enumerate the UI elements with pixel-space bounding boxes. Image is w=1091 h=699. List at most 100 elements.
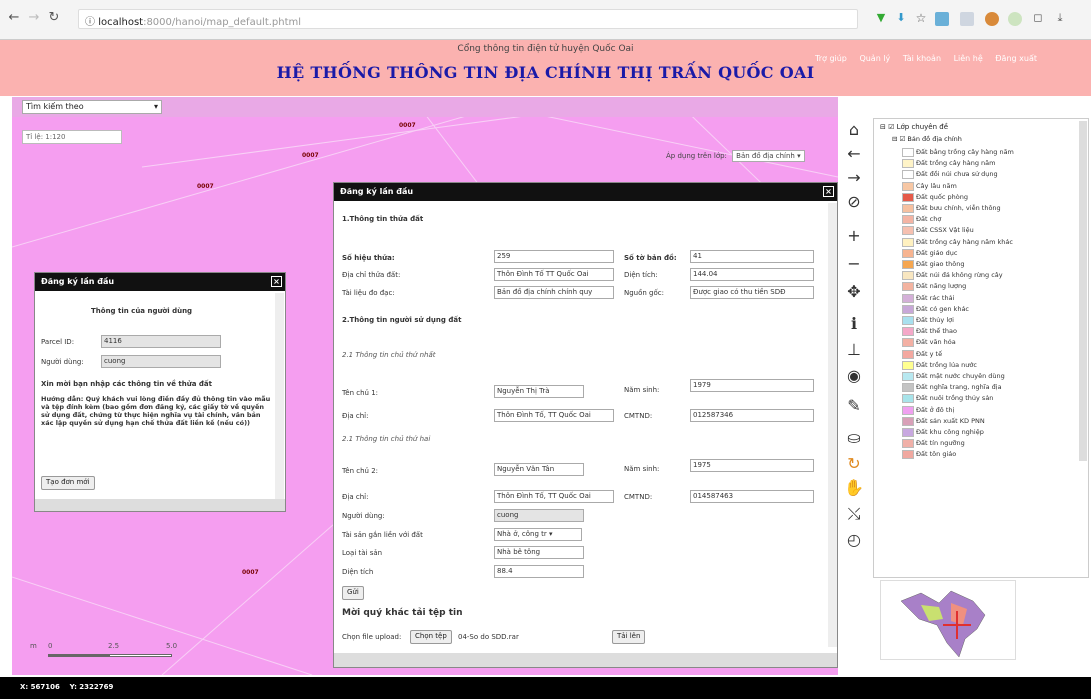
bookmark-star-icon[interactable]: ☆	[913, 10, 929, 26]
origin-field[interactable]: Được giao có thu tiền SDĐ	[690, 286, 814, 299]
layer-item[interactable]: Đất mặt nước chuyên dùng	[902, 371, 1005, 383]
reload-icon[interactable]: ↻	[46, 10, 62, 26]
layer-item[interactable]: Đất nuôi trồng thủy sản	[902, 393, 993, 405]
layer-item[interactable]: Đất đồi núi chưa sử dụng	[902, 169, 998, 181]
layer-item[interactable]: Đất tín ngưỡng	[902, 438, 965, 450]
layer-item[interactable]: Đất núi đá không rừng cây	[902, 270, 1003, 282]
close-icon[interactable]: ×	[823, 186, 834, 197]
layer-swatch	[902, 428, 914, 437]
address-field[interactable]: Thôn Đình Tố TT Quốc Oai	[494, 268, 614, 281]
document-field[interactable]: Bản đồ địa chính chính quy	[494, 286, 614, 299]
owner2-id-field[interactable]: 014587463	[690, 490, 814, 503]
layer-item[interactable]: Đất thủy lợi	[902, 315, 954, 327]
arrow-left-icon[interactable]: ←	[844, 144, 864, 164]
measure-icon[interactable]: ⊥	[844, 340, 864, 360]
manage-link[interactable]: Quản lý	[859, 54, 890, 63]
select-icon[interactable]: ⤯	[844, 504, 864, 524]
zoom-in-icon[interactable]: +	[844, 226, 864, 246]
forward-icon[interactable]: →	[26, 10, 42, 26]
new-form-button[interactable]: Tạo đơn mới	[41, 476, 95, 490]
layer-item[interactable]: Đất quốc phòng	[902, 192, 968, 204]
dialog-scrollbar[interactable]	[828, 203, 837, 647]
info-tool-icon[interactable]: i	[844, 314, 864, 334]
clock-icon[interactable]: ◴	[844, 530, 864, 550]
owner2-name-field[interactable]: Nguyễn Văn Tân	[494, 463, 584, 476]
layer-item[interactable]: Đất có gen khác	[902, 304, 969, 316]
owner1-name-field[interactable]: Nguyễn Thị Trà	[494, 385, 584, 398]
downloads-icon[interactable]: ⤓	[1052, 10, 1068, 26]
layer-group[interactable]: ⊟ ☑ Bản đồ địa chính	[892, 135, 962, 143]
layer-item[interactable]: Đất trồng lúa nước	[902, 360, 977, 372]
layer-item[interactable]: Đất trồng cây hàng năm khác	[902, 237, 1013, 249]
dialog-scrollbar[interactable]	[275, 293, 284, 499]
apply-layer-select[interactable]: Bản đồ địa chính ▾	[732, 150, 805, 162]
layer-item[interactable]: Đất năng lượng	[902, 281, 966, 293]
edit-pencil-icon[interactable]: ✎	[844, 396, 864, 416]
zoom-out-icon[interactable]: −	[844, 254, 864, 274]
layer-item[interactable]: Đất y tế	[902, 349, 942, 361]
layer-item[interactable]: Đất chợ	[902, 214, 941, 226]
address-bar[interactable]: ⓘ localhost:8000/hanoi/map_default.phtml	[78, 9, 858, 29]
refresh-icon[interactable]: ↻	[844, 454, 864, 474]
extension-icon[interactable]	[960, 12, 974, 26]
area-field[interactable]: 144.04	[690, 268, 814, 281]
cookie-icon[interactable]	[985, 12, 999, 26]
home-icon[interactable]: ⌂	[844, 120, 864, 140]
info-icon[interactable]: ⓘ	[85, 17, 95, 28]
extension-badge-icon[interactable]	[935, 12, 949, 26]
layer-item[interactable]: Đất sản xuất KD PNN	[902, 416, 985, 428]
arrow-right-icon[interactable]: →	[844, 168, 864, 188]
layer-item[interactable]: Đất giáo dục	[902, 248, 957, 260]
identify-icon[interactable]: ◉	[844, 366, 864, 386]
layer-item[interactable]: Đất văn hóa	[902, 337, 956, 349]
extension-icon[interactable]: ▼	[873, 10, 889, 26]
choose-file-button[interactable]: Chọn tệp	[410, 630, 452, 644]
layer-item[interactable]: Đất nghĩa trang, nghĩa địa	[902, 382, 1002, 394]
layer-item[interactable]: Đất rác thải	[902, 293, 954, 305]
account-link[interactable]: Tài khoản	[903, 54, 941, 63]
parcel-no-field[interactable]: 259	[494, 250, 614, 263]
owner2-address-field[interactable]: Thôn Đình Tố, TT Quốc Oai	[494, 490, 614, 503]
zoom-extent-icon[interactable]: ⊘	[844, 192, 864, 212]
pan-icon[interactable]: ✥	[844, 282, 864, 302]
close-icon[interactable]: ×	[271, 276, 282, 287]
owner1-id-field[interactable]: 012587346	[690, 409, 814, 422]
hand-icon[interactable]: ✋	[844, 478, 864, 498]
layer-item[interactable]: Đất khu công nghiệp	[902, 427, 984, 439]
user-field[interactable]: cuong	[101, 355, 221, 368]
map-sheet-field[interactable]: 41	[690, 250, 814, 263]
layer-item[interactable]: Đất bưu chính, viễn thông	[902, 203, 1001, 215]
logout-link[interactable]: Đăng xuất	[995, 54, 1037, 63]
owner1-address-field[interactable]: Thôn Đình Tố, TT Quốc Oai	[494, 409, 614, 422]
layer-item[interactable]: Đất trồng cây hàng năm	[902, 158, 995, 170]
layer-scrollbar[interactable]	[1079, 121, 1087, 461]
paint-bucket-icon[interactable]: ⛀	[844, 428, 864, 448]
parcel-id-field[interactable]: 4116	[101, 335, 221, 348]
asset-area-field[interactable]: 88.4	[494, 565, 584, 578]
asset-type-field[interactable]: Nhà bê tông	[494, 546, 584, 559]
help-link[interactable]: Trợ giúp	[815, 54, 847, 63]
layer-item[interactable]: Cây lâu năm	[902, 181, 957, 193]
overview-map[interactable]	[880, 580, 1016, 660]
scale-input[interactable]: Tỉ lệ: 1:120	[22, 130, 122, 144]
download-icon[interactable]: ⬇	[893, 10, 909, 26]
send-button[interactable]: Gửi	[342, 586, 364, 600]
layer-item[interactable]: Đất CSSX Vật liệu	[902, 225, 974, 237]
back-icon[interactable]: ←	[6, 10, 22, 26]
upload-button[interactable]: Tải lên	[612, 630, 646, 644]
search-select[interactable]: Tìm kiếm theo ▾	[22, 100, 162, 114]
owner2-year-field[interactable]: 1975	[690, 459, 814, 472]
layer-item[interactable]: Đất thể thao	[902, 326, 957, 338]
layer-item[interactable]: Đất tôn giáo	[902, 449, 956, 461]
pocket-icon[interactable]: ◻	[1030, 10, 1046, 26]
contact-link[interactable]: Liên hệ	[954, 54, 983, 63]
layer-swatch	[902, 271, 914, 281]
shield-icon[interactable]	[1008, 12, 1022, 26]
layer-item[interactable]: Đất giao thông	[902, 259, 964, 271]
layer-root[interactable]: ⊟ ☑ Lớp chuyên đề	[880, 123, 948, 131]
asset-select[interactable]: Nhà ở, công tr ▾	[494, 528, 582, 541]
owner1-year-field[interactable]: 1979	[690, 379, 814, 392]
layer-item[interactable]: Đất ở đô thị	[902, 405, 954, 417]
user-field[interactable]: cuong	[494, 509, 584, 522]
layer-item[interactable]: Đất bằng trồng cây hàng năm	[902, 147, 1014, 159]
